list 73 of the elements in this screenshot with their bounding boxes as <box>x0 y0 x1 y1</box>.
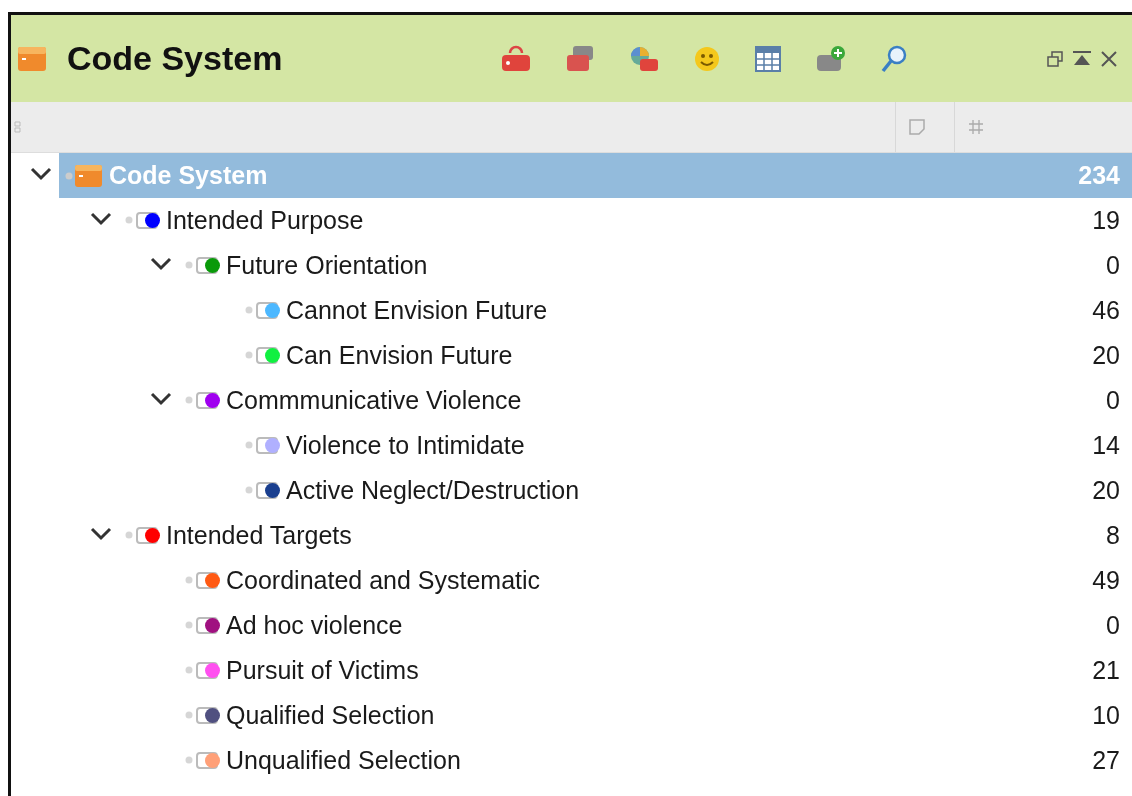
code-label: Can Envision Future <box>286 341 513 370</box>
code-tag-icon <box>125 210 159 231</box>
close-icon[interactable] <box>1100 49 1118 68</box>
hash-icon <box>967 118 985 136</box>
tree-row[interactable]: Commmunicative Violence 0 <box>179 378 1132 423</box>
coded-count: 46 <box>1092 296 1120 325</box>
code-label: Code System <box>109 161 268 190</box>
minimize-icon[interactable] <box>1072 49 1092 68</box>
tree-row[interactable]: Can Envision Future 20 <box>239 333 1132 378</box>
tree-row[interactable]: Intended Targets 8 <box>119 513 1132 558</box>
code-label: Violence to Intimidate <box>286 431 525 460</box>
coded-count: 10 <box>1092 701 1120 730</box>
code-tag-icon <box>245 435 279 456</box>
code-tag-icon <box>185 570 219 591</box>
tree-row[interactable]: Violence to Intimidate 14 <box>239 423 1132 468</box>
tree-row[interactable]: Unqualified Selection 27 <box>179 738 1132 783</box>
code-tag-icon <box>185 750 219 771</box>
smiley-icon[interactable] <box>693 44 722 73</box>
coded-count: 49 <box>1092 566 1120 595</box>
table-icon[interactable] <box>754 44 783 73</box>
code-label: Qualified Selection <box>226 701 435 730</box>
code-tag-icon <box>185 255 219 276</box>
coded-count: 14 <box>1092 431 1120 460</box>
memo-icon <box>908 118 926 136</box>
code-label: Coordinated and Systematic <box>226 566 541 595</box>
restore-icon[interactable] <box>1046 49 1064 68</box>
tree-row[interactable]: Pursuit of Victims 21 <box>179 648 1132 693</box>
chevron-down-icon[interactable] <box>89 210 113 227</box>
code-system-icon <box>17 45 47 72</box>
tree-row[interactable]: Coordinated and Systematic 49 <box>179 558 1132 603</box>
coded-count: 20 <box>1092 476 1120 505</box>
code-label: Cannot Envision Future <box>286 296 548 325</box>
chevron-down-icon[interactable] <box>149 390 173 407</box>
coded-count: 20 <box>1092 341 1120 370</box>
code-tag-icon <box>185 390 219 411</box>
code-tag-icon <box>245 300 279 321</box>
coded-count: 0 <box>1106 386 1120 415</box>
coded-count: 27 <box>1092 746 1120 775</box>
coded-count: 8 <box>1106 521 1120 550</box>
panel-title: Code System <box>67 39 283 78</box>
tree-row[interactable]: Active Neglect/Destruction 20 <box>239 468 1132 513</box>
code-label: Future Orientation <box>226 251 428 280</box>
search-icon[interactable] <box>880 43 909 74</box>
code-tag-icon <box>185 615 219 636</box>
code-label: Ad hoc violence <box>226 611 403 640</box>
tree-row[interactable]: Qualified Selection 10 <box>179 693 1132 738</box>
tree-row[interactable]: Ad hoc violence 0 <box>179 603 1132 648</box>
coded-count: 0 <box>1106 251 1120 280</box>
code-tag-icon <box>185 660 219 681</box>
code-label: Intended Purpose <box>166 206 364 235</box>
code-tag-icon <box>185 705 219 726</box>
coded-count: 21 <box>1092 656 1120 685</box>
tag-plus-icon[interactable] <box>815 44 848 73</box>
column-handle-icon <box>13 120 23 134</box>
chevron-down-icon[interactable] <box>29 165 53 182</box>
coded-count: 19 <box>1092 206 1120 235</box>
tree-row[interactable]: Future Orientation 0 <box>179 243 1132 288</box>
code-label: Pursuit of Victims <box>226 656 419 685</box>
code-label: Active Neglect/Destruction <box>286 476 580 505</box>
code-label: Commmunicative Violence <box>226 386 522 415</box>
coded-count: 0 <box>1106 611 1120 640</box>
palette-icon[interactable] <box>628 44 661 73</box>
code-tag-icon <box>245 345 279 366</box>
code-tag-icon <box>245 480 279 501</box>
tree-row[interactable]: Cannot Envision Future 46 <box>239 288 1132 333</box>
code-label: Unqualified Selection <box>226 746 461 775</box>
code-label: Intended Targets <box>166 521 352 550</box>
code-tag-icon <box>125 525 159 546</box>
tree-row[interactable]: Intended Purpose 19 <box>119 198 1132 243</box>
chevron-down-icon[interactable] <box>149 255 173 272</box>
coded-count: 234 <box>1078 161 1120 190</box>
chevron-down-icon[interactable] <box>89 525 113 542</box>
code-system-icon <box>65 163 103 188</box>
